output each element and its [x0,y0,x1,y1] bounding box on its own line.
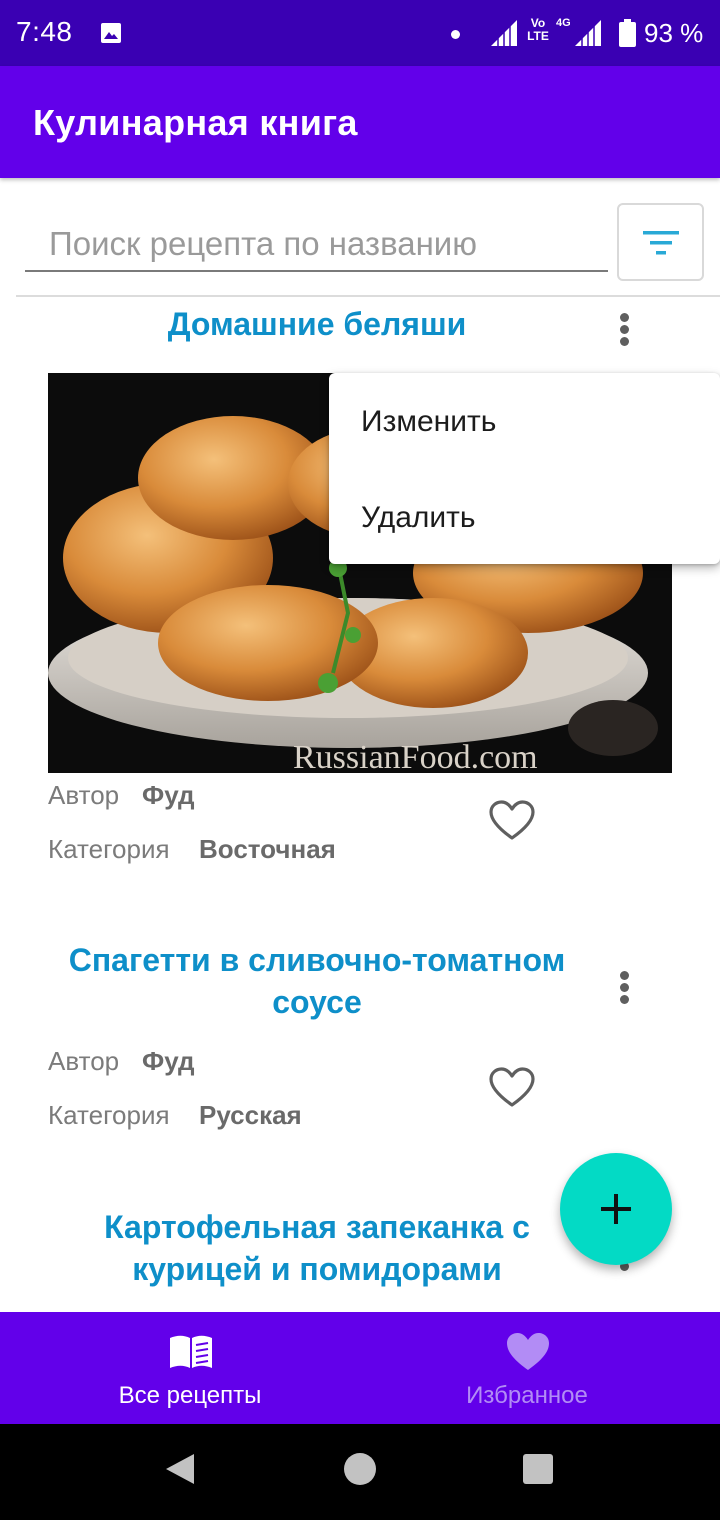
app-screen: 7:48 Vo LTE 4G 93 % Кулинарная книга Пои… [0,0,720,1520]
menu-item-edit[interactable]: Изменить [329,374,720,470]
status-time: 7:48 [16,16,73,47]
plus-icon [601,1194,631,1224]
favorite-heart-icon[interactable] [489,1067,535,1109]
home-icon[interactable] [344,1453,376,1485]
filter-icon [643,231,679,255]
author-value: Фуд [142,780,195,810]
heart-icon [507,1333,549,1370]
watermark-text: RussianFood.com [293,739,538,773]
app-bar: Кулинарная книга [0,66,720,178]
nav-item-all-recipes[interactable]: Все рецепты [10,1312,370,1424]
search-input[interactable] [25,218,608,272]
popup-menu: Изменить Удалить [329,373,720,564]
signal-icon [575,20,601,46]
recipe-title: Картофельная запеканка с курицей и помид… [104,1209,530,1287]
more-menu-button[interactable] [604,963,644,1011]
author-value: Фуд [142,1046,195,1076]
category-label: Категория [48,1100,170,1130]
category-label: Категория [48,834,170,864]
bottom-navigation: Все рецепты Избранное [0,1312,720,1424]
app-title: Кулинарная книга [33,102,358,143]
battery-icon [619,19,636,47]
book-icon [170,1335,212,1368]
nav-item-favorites[interactable]: Избранное [347,1312,707,1424]
category-value: Русская [199,1100,302,1130]
back-icon[interactable] [164,1452,196,1486]
nav-label-all-recipes: Все рецепты [118,1382,262,1409]
recipe-title: Спагетти в сливочно-томатном соусе [68,942,566,1020]
recents-icon[interactable] [523,1454,553,1484]
nav-label-favorites: Избранное [466,1382,588,1409]
signal-icon [491,20,517,46]
more-menu-button[interactable] [604,305,644,353]
favorite-heart-icon[interactable] [489,800,535,842]
author-label: Автор [48,1046,120,1076]
system-navigation-bar [0,1424,720,1520]
status-bar: 7:48 Vo LTE 4G 93 % [0,0,720,66]
filter-button[interactable] [617,203,704,281]
network-type-indicator: 4G [556,17,571,29]
notification-dot-icon [451,30,460,39]
divider [16,295,720,297]
battery-percentage: 93 % [644,18,704,48]
author-label: Автор [48,780,120,810]
add-recipe-button[interactable] [560,1153,672,1265]
more-vert-icon [604,305,644,353]
recipe-title: Домашние беляши [167,306,467,342]
volte-indicator: Vo LTE [527,16,549,43]
more-vert-icon [604,963,644,1011]
gallery-icon [101,23,121,43]
menu-item-delete[interactable]: Удалить [329,470,720,566]
category-value: Восточная [199,834,336,864]
